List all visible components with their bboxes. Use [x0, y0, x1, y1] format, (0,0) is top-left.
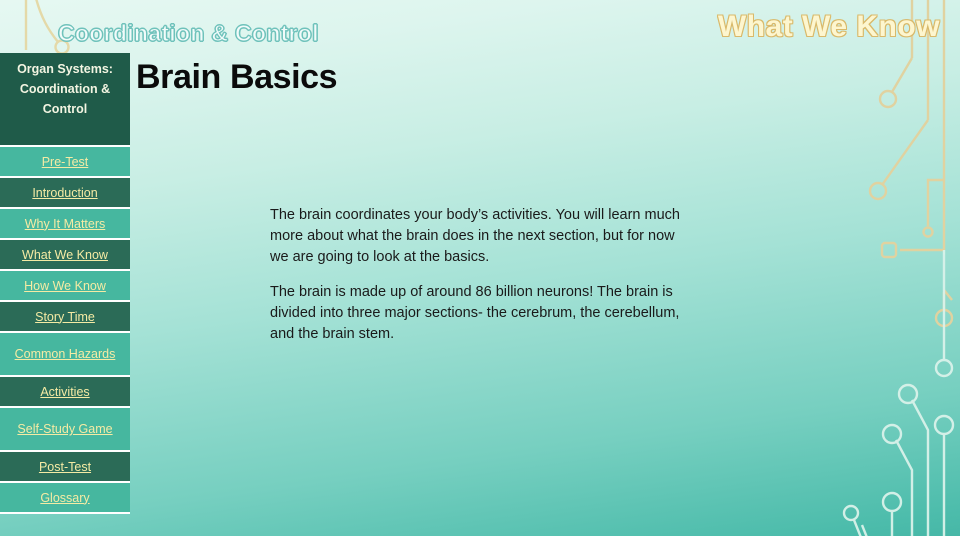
sidebar-item-common-hazards[interactable]: Common Hazards	[0, 333, 130, 377]
sidebar-item-what-we-know[interactable]: What We Know	[0, 240, 130, 271]
sidebar-item-how-we-know[interactable]: How We Know	[0, 271, 130, 302]
sidebar-item-label: Pre-Test	[41, 154, 89, 169]
sidebar-item-activities[interactable]: Activities	[0, 377, 130, 408]
sidebar-item-label: Why It Matters	[24, 216, 106, 231]
sidebar-item-glossary[interactable]: Glossary	[0, 483, 130, 514]
sidebar-header: Organ Systems: Coordination & Control	[0, 53, 130, 147]
sidebar-item-label: What We Know	[22, 247, 108, 262]
slide-canvas: Coordination & Control What We Know Brai…	[0, 0, 960, 540]
body-paragraph: The brain coordinates your body’s activi…	[270, 207, 680, 265]
circuit-decoration-right	[842, 0, 955, 540]
bottom-strip	[0, 536, 960, 540]
sidebar-item-pre-test[interactable]: Pre-Test	[0, 147, 130, 178]
sidebar-item-story-time[interactable]: Story Time	[0, 302, 130, 333]
sidebar-item-post-test[interactable]: Post-Test	[0, 452, 130, 483]
section-title: Coordination & Control	[58, 20, 320, 47]
sidebar-item-label: Common Hazards	[14, 347, 116, 361]
sidebar-item-label: Story Time	[35, 309, 95, 324]
page-title: Brain Basics	[136, 58, 338, 96]
sidebar-item-label: Post-Test	[38, 459, 92, 474]
sidebar-item-why-it-matters[interactable]: Why It Matters	[0, 209, 130, 240]
sidebar-item-list: Pre-Test Introduction Why It Matters What W…	[0, 147, 130, 514]
sidebar-item-label: Glossary	[40, 490, 90, 505]
body-paragraph: The brain is made up of around 86 billio…	[270, 284, 680, 342]
sidebar-item-label: How We Know	[24, 278, 106, 293]
sidebar-item-introduction[interactable]: Introduction	[0, 178, 130, 209]
sidebar-item-label: Activities	[40, 384, 90, 399]
sidebar-navigation: Organ Systems: Coordination & Control Pr…	[0, 53, 130, 514]
sidebar-item-label: Self-Study Game	[17, 422, 113, 436]
slide-body-content: The brain coordinates your body’s activi…	[270, 205, 690, 359]
sidebar-item-self-study-game[interactable]: Self-Study Game	[0, 408, 130, 452]
sidebar-item-label: Introduction	[32, 185, 98, 200]
slide-section-label: What We Know	[717, 10, 940, 43]
